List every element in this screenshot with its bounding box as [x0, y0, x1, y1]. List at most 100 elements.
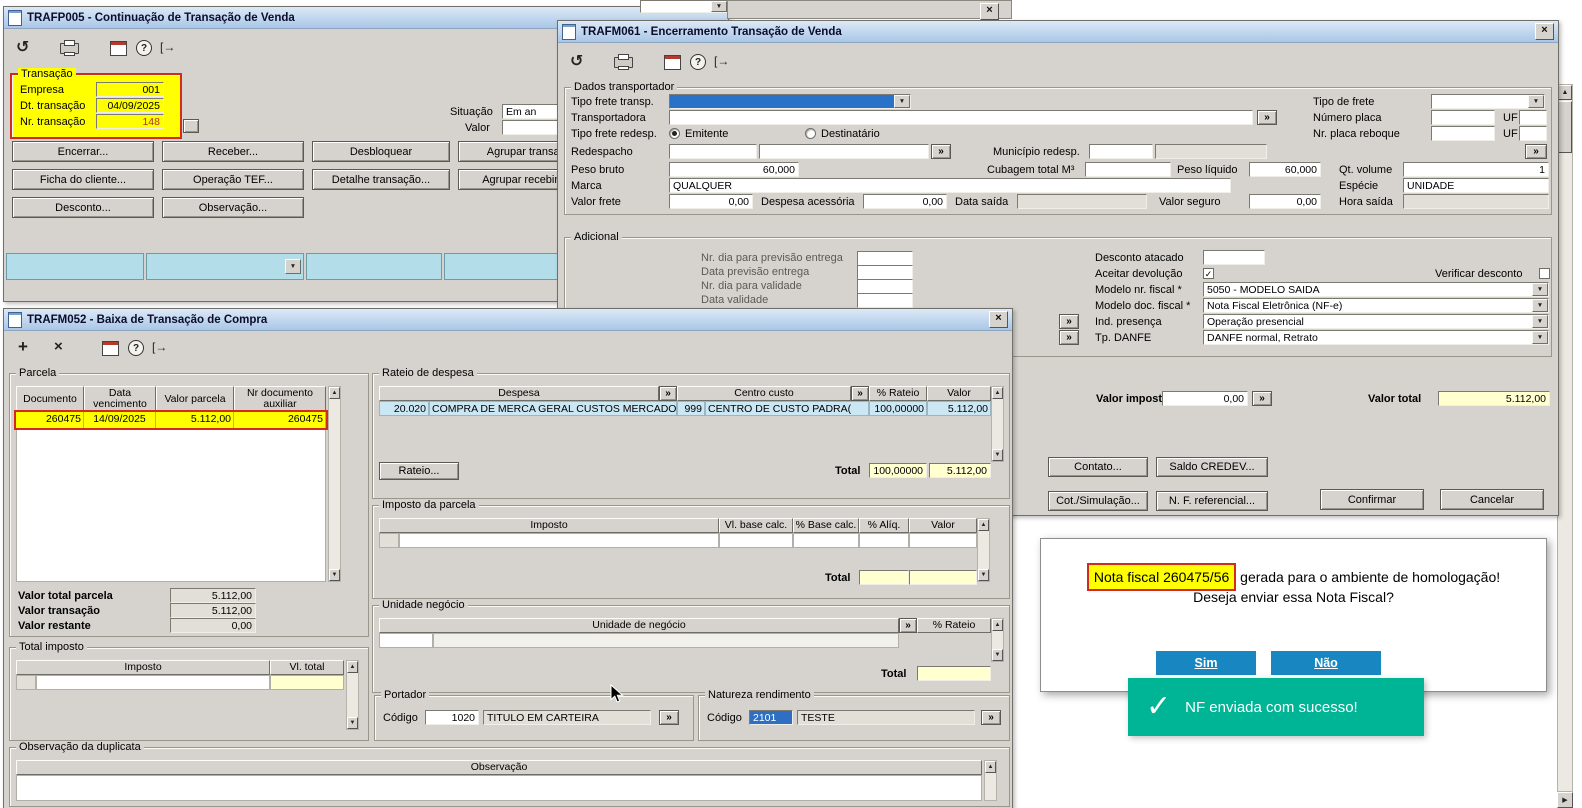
natureza-codigo-field[interactable]: 2101	[749, 710, 793, 725]
un-nome-cell[interactable]	[433, 633, 899, 648]
redespacho-lookup-button[interactable]: »	[931, 144, 951, 159]
imposto-gutter-cell[interactable]	[16, 675, 36, 690]
tipo-de-frete-combo[interactable]: ▼	[1431, 94, 1545, 109]
cell-cc-codigo[interactable]: 999	[677, 401, 705, 416]
scroll-right-icon[interactable]: ▶	[1557, 792, 1573, 808]
vl-total-cell[interactable]	[270, 675, 344, 690]
scroll-up-icon[interactable]: ▲	[992, 387, 1003, 399]
parcela-scrollbar[interactable]: ▲ ▼	[328, 386, 341, 582]
close-icon[interactable]: ×	[1535, 23, 1554, 40]
undo-icon[interactable]: ↺	[570, 51, 583, 71]
scroll-down-icon[interactable]: ▼	[992, 449, 1003, 461]
destinatario-radio[interactable]	[805, 128, 816, 139]
rateio-button[interactable]: Rateio...	[379, 462, 459, 480]
redespacho-nome-field[interactable]	[759, 144, 929, 159]
data-previsao-field[interactable]	[857, 265, 913, 280]
page-vertical-scrollbar[interactable]: ▲	[1557, 84, 1573, 792]
detalhe-transacao-button[interactable]: Detalhe transação...	[312, 169, 450, 190]
ficha-cliente-button[interactable]: Ficha do cliente...	[12, 169, 154, 190]
emitente-radio[interactable]	[669, 128, 680, 139]
ip-valor-cell[interactable]	[909, 533, 977, 548]
chevron-down-icon[interactable]: ▼	[285, 259, 301, 274]
exit-icon[interactable]: [→	[160, 40, 175, 54]
tp-danfe-combo[interactable]: DANFE normal, Retrato ▼	[1203, 330, 1549, 345]
natureza-nome-field[interactable]: TESTE	[797, 710, 975, 725]
verificar-desconto-checkbox[interactable]	[1539, 268, 1550, 279]
valor-total-field[interactable]: 5.112,00	[1438, 391, 1550, 406]
unidade-lookup-button[interactable]: »	[899, 618, 917, 633]
help-icon[interactable]: ?	[136, 40, 152, 56]
calendar-icon[interactable]	[110, 41, 127, 56]
cell-rateio-pct[interactable]: 100,00000	[869, 401, 927, 416]
chevron-down-icon[interactable]: ▼	[1528, 95, 1544, 108]
sim-button[interactable]: Sim	[1156, 651, 1256, 675]
valor-frete-field[interactable]: 0,00	[669, 194, 753, 209]
cancelar-button[interactable]: Cancelar	[1440, 489, 1544, 510]
titlebar-trafm061[interactable]: TRAFM061 - Encerramento Transação de Ven…	[558, 21, 1558, 43]
uf2-field[interactable]	[1519, 126, 1547, 141]
municipio-nome-field[interactable]	[1155, 144, 1267, 159]
valor-imposto-field[interactable]: 0,00	[1162, 391, 1248, 406]
natureza-lookup-button[interactable]: »	[981, 710, 1001, 725]
portador-nome-field[interactable]: TITULO EM CARTEIRA	[483, 710, 651, 725]
nr-placa-reboque-field[interactable]	[1431, 126, 1495, 141]
ip-gutter-cell[interactable]	[379, 533, 399, 548]
chevron-down-icon[interactable]: ▼	[894, 95, 910, 108]
chevron-down-icon[interactable]: ▼	[1532, 331, 1548, 344]
dt-transacao-field[interactable]: 04/09/2025	[96, 98, 164, 113]
help-icon[interactable]: ?	[690, 54, 706, 70]
grid-cell-combo[interactable]: ▼	[146, 253, 304, 280]
nao-button[interactable]: Não	[1271, 651, 1381, 675]
imposto-parcela-scrollbar[interactable]: ▲ ▼	[977, 518, 990, 582]
background-combo-fragment[interactable]: ▼	[640, 0, 728, 13]
ind-presenca-lookup-button[interactable]: »	[1059, 314, 1079, 329]
close-icon[interactable]: ×	[989, 311, 1008, 328]
peso-liquido-field[interactable]: 60,000	[1249, 162, 1321, 177]
scroll-up-icon[interactable]: ▲	[992, 619, 1003, 631]
add-icon[interactable]: +	[18, 337, 28, 357]
especie-field[interactable]: UNIDADE	[1403, 178, 1549, 193]
data-saida-field[interactable]	[1017, 194, 1147, 209]
cubagem-field[interactable]	[1085, 162, 1171, 177]
cell-despesa-nome[interactable]: COMPRA DE MERCA GERAL CUSTOS MERCADO	[429, 401, 677, 416]
confirmar-button[interactable]: Confirmar	[1320, 489, 1424, 510]
ip-pct-base-cell[interactable]	[793, 533, 859, 548]
calendar-icon[interactable]	[664, 55, 681, 70]
valor-imposto-lookup-button[interactable]: »	[1252, 391, 1272, 406]
print-icon[interactable]	[60, 40, 79, 56]
titlebar-trafm052[interactable]: TRAFM052 - Baixa de Transação de Compra …	[4, 309, 1012, 331]
scroll-up-icon[interactable]: ▲	[347, 661, 358, 673]
municipio-codigo-field[interactable]	[1089, 144, 1153, 159]
calendar-icon[interactable]	[102, 341, 119, 356]
despesa-acessoria-field[interactable]: 0,00	[863, 194, 947, 209]
help-icon[interactable]: ?	[128, 340, 144, 356]
aceitar-devolucao-checkbox[interactable]: ✓	[1203, 268, 1214, 279]
scroll-down-icon[interactable]: ▼	[347, 717, 358, 729]
receber-button[interactable]: Receber...	[162, 141, 304, 162]
saldo-credev-button[interactable]: Saldo CREDEV...	[1156, 457, 1268, 477]
rateio-scrollbar[interactable]: ▲ ▼	[991, 386, 1004, 462]
exit-icon[interactable]: [→	[714, 54, 729, 68]
observacao-button[interactable]: Observação...	[162, 197, 304, 218]
data-validade-field[interactable]	[857, 293, 913, 308]
ind-presenca-combo[interactable]: Operação presencial ▼	[1203, 314, 1549, 329]
modelo-doc-fiscal-combo[interactable]: Nota Fiscal Eletrônica (NF-e) ▼	[1203, 298, 1549, 313]
unidade-scrollbar[interactable]: ▲ ▼	[991, 618, 1004, 662]
peso-bruto-field[interactable]: 60,000	[669, 162, 799, 177]
qt-volume-field[interactable]: 1	[1403, 162, 1549, 177]
desconto-atacado-field[interactable]	[1203, 250, 1265, 265]
ip-vl-base-cell[interactable]	[719, 533, 793, 548]
chevron-down-icon[interactable]: ▼	[1532, 315, 1548, 328]
exit-icon[interactable]: [→	[152, 340, 167, 354]
nr-dia-validade-field[interactable]	[857, 279, 913, 294]
grid-cell[interactable]	[306, 253, 442, 280]
redespacho-codigo-field[interactable]	[669, 144, 757, 159]
desbloquear-button[interactable]: Desbloquear	[312, 141, 450, 162]
delete-icon[interactable]: ×	[54, 338, 63, 355]
chevron-down-icon[interactable]: ▼	[1532, 283, 1548, 296]
scroll-up-icon[interactable]: ▲	[985, 761, 996, 773]
grid-cell[interactable]	[6, 253, 144, 280]
portador-codigo-field[interactable]: 1020	[425, 710, 479, 725]
portador-lookup-button[interactable]: »	[659, 710, 679, 725]
nr-dia-previsao-field[interactable]	[857, 251, 913, 266]
